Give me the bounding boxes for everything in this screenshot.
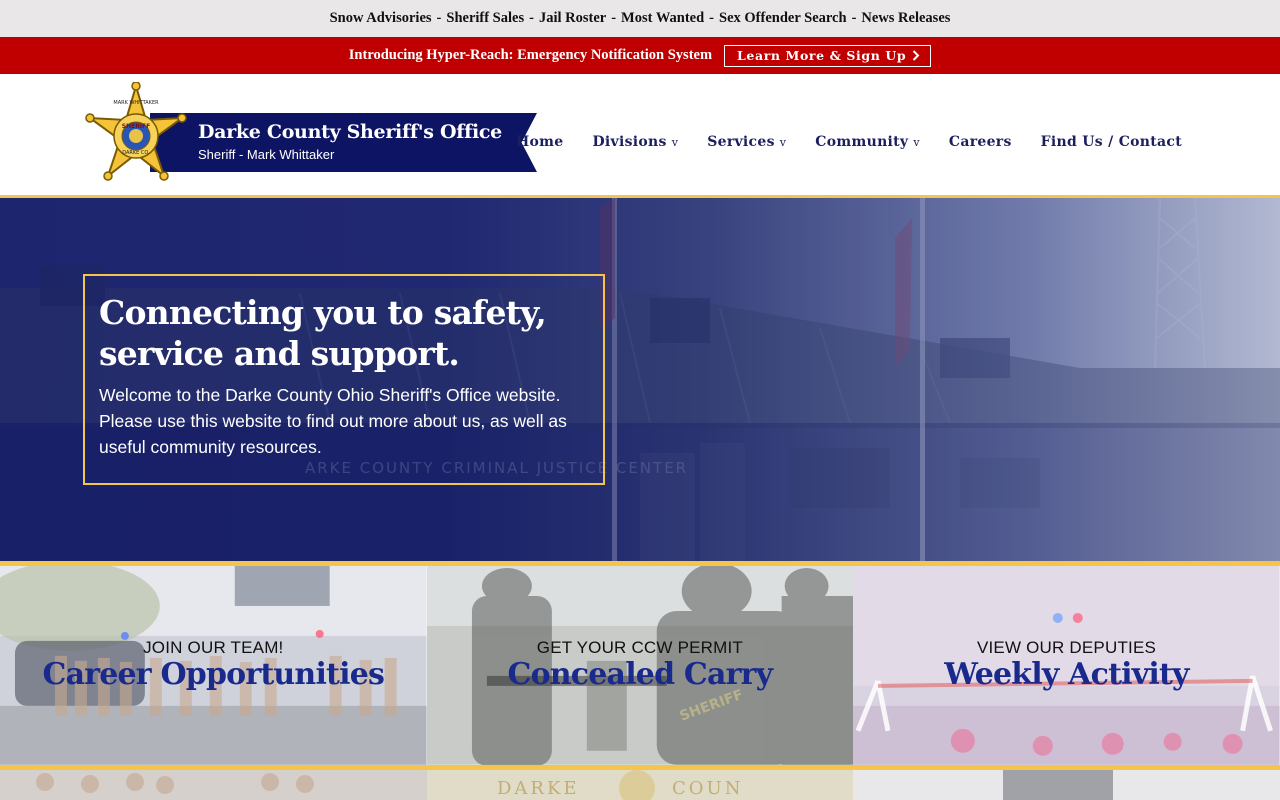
site-header: SHERIFF MARK WHITTAKER DARKE CO. Darke C… <box>0 74 1280 197</box>
quick-link-separator: - <box>851 10 857 26</box>
quick-link-sex-offender-search[interactable]: Sex Offender Search <box>719 10 847 27</box>
hero-callout: Connecting you to safety, service and su… <box>83 274 605 485</box>
chevron-down-icon: v <box>913 135 920 149</box>
learn-more-label: Learn More & Sign Up <box>737 47 907 63</box>
nav-services-label: Services <box>707 134 775 150</box>
card-career-opportunities[interactable]: JOIN OUR TEAM! Career Opportunities <box>0 566 427 765</box>
site-title[interactable]: Darke County Sheriff's Office <box>198 121 502 143</box>
nav-careers-label: Careers <box>948 134 1012 150</box>
quick-link-snow-advisories[interactable]: Snow Advisories <box>330 10 432 27</box>
card-ccw-text: GET YOUR CCW PERMIT Concealed Carry <box>427 638 854 692</box>
quick-link-separator: - <box>529 10 534 26</box>
nav-community-label: Community <box>815 134 909 150</box>
nav-find-us-contact[interactable]: Find Us / Contact <box>1041 134 1182 150</box>
card-weekly-title: Weekly Activity <box>944 657 1189 692</box>
quick-link-separator: - <box>611 10 617 26</box>
card-career-title: Career Opportunities <box>42 657 385 692</box>
card-career-text: JOIN OUR TEAM! Career Opportunities <box>0 638 427 692</box>
site-subtitle: Sheriff - Mark Whittaker <box>198 147 335 162</box>
svg-text:MARK WHITTAKER: MARK WHITTAKER <box>113 100 159 106</box>
svg-text:SHERIFF: SHERIFF <box>122 123 151 130</box>
nav-community[interactable]: Community v <box>815 134 920 150</box>
chevron-down-icon: v <box>671 135 679 149</box>
nav-home[interactable]: Home <box>516 134 564 150</box>
quick-links-bar: Snow Advisories - Sheriff Sales - Jail R… <box>0 0 1280 37</box>
quick-link-sheriff-sales[interactable]: Sheriff Sales <box>446 10 524 27</box>
chevron-right-icon <box>913 49 920 61</box>
nav-find-us-label: Find Us / Contact <box>1040 134 1182 150</box>
quick-link-separator: - <box>436 10 442 26</box>
hero-welcome-text: Welcome to the Darke County Ohio Sheriff… <box>99 385 567 457</box>
nav-divisions[interactable]: Divisions v <box>592 134 678 150</box>
sheriff-star-badge-icon[interactable]: SHERIFF MARK WHITTAKER DARKE CO. <box>82 82 190 186</box>
svg-text:DARKE CO.: DARKE CO. <box>122 150 150 156</box>
quick-link-jail-roster[interactable]: Jail Roster <box>539 10 606 27</box>
alert-text: Introducing Hyper-Reach: Emergency Notif… <box>348 47 713 63</box>
card-ccw-title: Concealed Carry <box>507 657 774 692</box>
card-row2-middle[interactable]: DARKE COUN <box>426 770 854 800</box>
alert-bar: Introducing Hyper-Reach: Emergency Notif… <box>0 37 1280 74</box>
card-weekly-kicker: VIEW OUR DEPUTIES <box>976 638 1157 657</box>
card-weekly-activity[interactable]: VIEW OUR DEPUTIES Weekly Activity <box>853 566 1280 765</box>
svg-text:COUN: COUN <box>672 778 743 799</box>
nav-careers[interactable]: Careers <box>949 134 1012 150</box>
nav-divisions-label: Divisions <box>592 134 667 150</box>
nav-home-label: Home <box>515 134 564 150</box>
quick-link-most-wanted[interactable]: Most Wanted <box>621 10 704 27</box>
feature-cards: JOIN OUR TEAM! Career Opportunities SHER… <box>0 566 1280 765</box>
quick-link-news-releases[interactable]: News Releases <box>861 10 950 27</box>
main-nav: Home Divisions v Services v Community v … <box>516 134 1182 150</box>
card-ccw-kicker: GET YOUR CCW PERMIT <box>536 638 744 657</box>
feature-cards-row-2: DARKE COUN <box>0 770 1280 800</box>
hero-title: Connecting you to safety, service and su… <box>99 293 547 373</box>
card-row2-left[interactable] <box>0 770 427 800</box>
card-weekly-text: VIEW OUR DEPUTIES Weekly Activity <box>853 638 1280 692</box>
svg-text:DARKE: DARKE <box>497 778 580 799</box>
card-row2-right[interactable] <box>853 770 1280 800</box>
darke-county-seal-photo: DARKE COUN <box>426 770 854 800</box>
card-concealed-carry[interactable]: SHERIFF GET YOUR CCW PERMIT Concealed Ca… <box>426 566 854 765</box>
learn-more-signup-button[interactable]: Learn More & Sign Up <box>724 44 932 67</box>
chevron-down-icon: v <box>779 135 787 149</box>
community-group-photo <box>0 770 427 800</box>
officer-photo <box>853 770 1280 800</box>
hero-section: ARKE COUNTY CRIMINAL JUSTICE CENTER Conn… <box>0 198 1280 561</box>
quick-link-separator: - <box>709 10 715 26</box>
nav-services[interactable]: Services v <box>707 134 786 150</box>
card-career-kicker: JOIN OUR TEAM! <box>143 638 284 657</box>
